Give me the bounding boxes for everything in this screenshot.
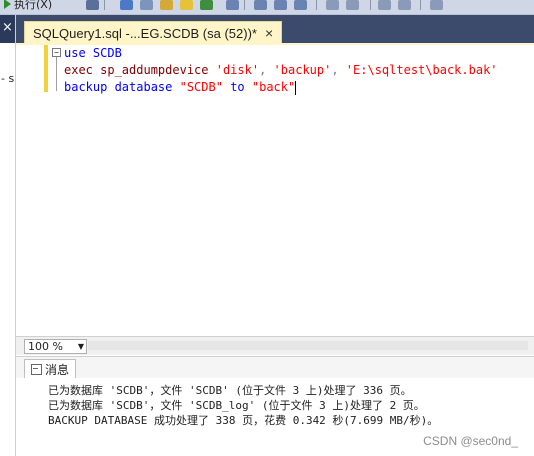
string-literal: 'backup' xyxy=(273,63,332,77)
message-line-2: 已为数据库 'SCDB'，文件 'SCDB_log' (位于文件 3 上)处理了… xyxy=(48,399,425,412)
stop-icon[interactable] xyxy=(86,0,99,10)
code-area[interactable]: − use SCDB exec sp_addumpdevice 'disk', '… xyxy=(52,45,498,96)
execute-button[interactable]: 执行(X) xyxy=(4,0,52,12)
message-line-1: 已为数据库 'SCDB'，文件 'SCDB' (位于文件 3 上)处理了 336… xyxy=(48,384,412,397)
comma: , xyxy=(331,63,346,77)
watermark: CSDN @sec0nd_ xyxy=(423,434,518,448)
string-literal: 'E:\sqltest\back.bak' xyxy=(345,63,498,77)
comma: , xyxy=(259,63,274,77)
uncomment-icon[interactable] xyxy=(346,0,359,10)
change-marker xyxy=(44,45,48,92)
toolbar-separator xyxy=(104,0,105,10)
specify-values-icon[interactable] xyxy=(430,0,443,10)
file-results-icon[interactable] xyxy=(274,0,287,10)
identifier: SCDB xyxy=(85,46,122,60)
close-icon[interactable]: × xyxy=(265,26,273,40)
toolbar-separator xyxy=(370,0,371,10)
indent-icon[interactable] xyxy=(398,0,411,10)
message-line-3: BACKUP DATABASE 成功处理了 338 页，花费 0.342 秒(7… xyxy=(48,414,439,427)
grid-icon[interactable] xyxy=(226,0,239,10)
comment-icon[interactable] xyxy=(326,0,339,10)
execute-label: 执行(X) xyxy=(14,0,53,11)
toolbar-separator xyxy=(316,0,317,10)
tab-title: SQLQuery1.sql -...EG.SCDB (sa (52))* xyxy=(33,25,257,41)
play-icon xyxy=(4,0,11,9)
results-tab-strip: 消息 xyxy=(16,356,534,379)
text-results-icon[interactable] xyxy=(254,0,267,10)
object-explorer-header: × xyxy=(0,15,15,43)
string-literal: "back" xyxy=(251,80,296,94)
zoom-value: 100 % xyxy=(28,340,63,353)
outdent-icon[interactable] xyxy=(378,0,391,10)
string-literal: "SCDB" xyxy=(179,80,223,94)
string-literal: 'disk' xyxy=(215,63,260,77)
message-icon xyxy=(31,364,42,375)
code-line-3: backup database "SCDB" to "back" xyxy=(52,79,498,96)
object-explorer-panel: × - s xyxy=(0,15,16,456)
query-editor[interactable]: − use SCDB exec sp_addumpdevice 'disk', '… xyxy=(16,45,534,336)
keyword: use xyxy=(64,46,86,60)
chevron-down-icon[interactable]: ▼ xyxy=(78,340,84,353)
keyword: backup database xyxy=(64,80,173,94)
toolbar: 执行(X) xyxy=(0,0,534,15)
pin-icon[interactable]: × xyxy=(2,20,13,35)
plan-icon[interactable] xyxy=(180,0,193,10)
toolbar-separator xyxy=(244,0,245,10)
tab-sqlquery1[interactable]: SQLQuery1.sql -...EG.SCDB (sa (52))* × xyxy=(24,21,283,44)
code-line-2: exec sp_addumpdevice 'disk', 'backup', '… xyxy=(52,62,498,79)
check-icon[interactable] xyxy=(120,0,133,10)
keyword: to xyxy=(222,80,252,94)
document-tab-strip: SQLQuery1.sql -...EG.SCDB (sa (52))* × xyxy=(16,15,534,44)
proc-call: exec sp_addumpdevice xyxy=(64,63,209,77)
tab-messages-label: 消息 xyxy=(45,363,70,377)
zoom-select[interactable]: 100 % ▼ xyxy=(24,339,87,354)
query-options-icon[interactable] xyxy=(294,0,307,10)
tab-messages[interactable]: 消息 xyxy=(24,359,77,379)
text-cursor xyxy=(295,80,297,95)
collapse-icon[interactable]: − xyxy=(52,48,61,57)
horizontal-scrollbar[interactable] xyxy=(88,341,528,350)
object-explorer-node[interactable]: - s xyxy=(1,72,14,85)
toolbar-separator xyxy=(420,0,421,10)
zoom-bar: 100 % ▼ xyxy=(16,336,534,355)
include-icon[interactable] xyxy=(200,0,213,10)
debug-icon[interactable] xyxy=(140,0,153,10)
code-line-1: − use SCDB xyxy=(52,45,498,62)
results-icon[interactable] xyxy=(160,0,173,10)
